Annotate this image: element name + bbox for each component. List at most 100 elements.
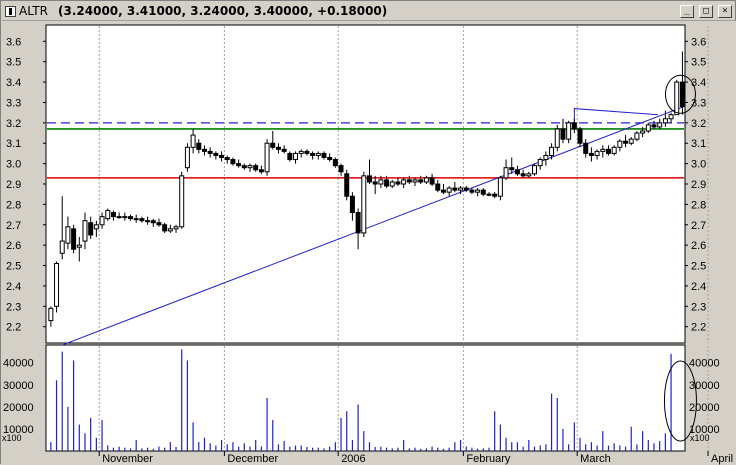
candle-body <box>65 226 71 244</box>
candle-body <box>310 152 316 156</box>
candle-body <box>304 150 310 154</box>
candle-body <box>361 175 367 234</box>
chart-window: ALTR (3.24000, 3.41000, 3.24000, 3.40000… <box>0 0 736 465</box>
vol-tick-label-left: 40000 <box>3 358 34 370</box>
candle-body <box>321 152 327 159</box>
candle-body <box>651 124 657 128</box>
candle-body <box>480 189 486 195</box>
candle-body <box>264 142 270 173</box>
candle-body <box>241 165 247 169</box>
vol-unit-right: x100 <box>690 433 710 443</box>
quote-label: (3.24000, 3.41000, 3.24000, 3.40000, +0.… <box>58 4 388 18</box>
candle-body <box>59 240 65 254</box>
candle-body <box>435 183 441 191</box>
candle-body <box>145 220 151 223</box>
y-tick-label-right: 2.9 <box>691 179 706 191</box>
y-tick-label-right: 2.8 <box>691 199 706 211</box>
candle-body <box>236 163 242 167</box>
candle-body <box>594 150 600 156</box>
candle-body <box>662 118 668 124</box>
y-tick-label-right: 3.5 <box>691 57 706 69</box>
candle-body <box>253 165 259 171</box>
candle-body <box>338 165 344 173</box>
candle-body <box>401 179 407 185</box>
candle-body <box>492 193 498 197</box>
y-tick-label-left: 3.6 <box>6 36 21 48</box>
candle-body <box>543 154 549 161</box>
y-tick-label-right: 2.5 <box>691 261 706 273</box>
y-tick-label-right: 2.6 <box>691 240 706 252</box>
candle-body <box>190 134 196 148</box>
y-tick-label-left: 2.6 <box>6 240 21 252</box>
candle-body <box>605 148 611 154</box>
close-button[interactable]: × <box>718 5 732 18</box>
candle-body <box>344 173 350 197</box>
candle-body <box>549 146 555 156</box>
candle-body <box>571 122 577 130</box>
candle-body <box>275 146 281 150</box>
maximize-button[interactable]: □ <box>699 5 713 18</box>
candle-body <box>532 165 537 175</box>
candle-body <box>469 189 475 193</box>
candle-body <box>207 150 213 154</box>
candle-body <box>429 177 435 185</box>
y-tick-label-left: 3.5 <box>6 57 21 69</box>
y-tick-label-left: 2.4 <box>6 281 21 293</box>
y-tick-label-right: 3.4 <box>691 77 706 89</box>
candle-body <box>475 189 481 193</box>
candle-body <box>293 152 299 161</box>
candle-body <box>526 173 532 177</box>
candle-body <box>93 224 99 230</box>
title-bar: ALTR (3.24000, 3.41000, 3.24000, 3.40000… <box>2 2 735 21</box>
candle-body <box>440 189 446 193</box>
candle-body <box>560 128 566 140</box>
vol-tick-label-left: 30000 <box>3 380 34 392</box>
x-tick-label: March <box>580 453 611 465</box>
y-tick-label-right: 2.4 <box>691 281 706 293</box>
candle-body <box>315 152 321 156</box>
x-tick-label: April <box>711 453 733 465</box>
minimize-button[interactable]: _ <box>680 5 694 18</box>
candle-body <box>201 148 207 152</box>
vol-unit-left: x100 <box>2 433 22 443</box>
candle-body <box>196 142 202 150</box>
candle-body <box>679 81 685 108</box>
candle-body <box>332 159 338 167</box>
vol-tick-label-left: 20000 <box>3 402 34 414</box>
candle-body <box>537 159 543 167</box>
chart-area: 3.6 3.63.5 3.53.4 3.43.3 3.33.2 3.23.1 3.13.0 3… <box>1 21 736 465</box>
candle-body <box>674 81 680 116</box>
chart-icon <box>5 6 16 17</box>
y-tick-label-left: 2.9 <box>6 179 21 191</box>
candle-body <box>509 167 515 171</box>
y-tick-label-right: 2.2 <box>691 322 706 334</box>
y-tick-label-left: 3.2 <box>6 118 21 130</box>
candle-body <box>213 152 219 156</box>
vol-tick-label-right: 30000 <box>689 380 720 392</box>
candle-body <box>247 165 253 169</box>
candle-body <box>452 187 458 191</box>
y-tick-label-right: 3.6 <box>691 36 706 48</box>
candle-body <box>372 181 378 185</box>
candle-body <box>412 179 418 183</box>
candle-body <box>520 173 526 177</box>
candle-body <box>82 220 88 242</box>
y-tick-label-left: 2.8 <box>6 199 21 211</box>
y-tick-label-left: 2.2 <box>6 322 21 334</box>
y-tick-label-left: 2.3 <box>6 301 21 313</box>
candle-body <box>349 195 355 214</box>
candle-body <box>423 177 429 183</box>
candle-body <box>88 222 94 236</box>
y-tick-label-left: 3.3 <box>6 97 21 109</box>
y-tick-label-left: 2.5 <box>6 261 21 273</box>
candle-body <box>110 212 116 218</box>
candle-body <box>150 220 156 224</box>
vol-tick-label-right: 40000 <box>689 358 720 370</box>
candle-body <box>179 175 185 228</box>
candle-body <box>327 157 333 161</box>
candle-body <box>128 216 133 220</box>
y-tick-label-right: 2.3 <box>691 301 706 313</box>
candle-body <box>99 216 105 226</box>
candle-body <box>122 216 128 219</box>
candle-body <box>406 179 412 183</box>
